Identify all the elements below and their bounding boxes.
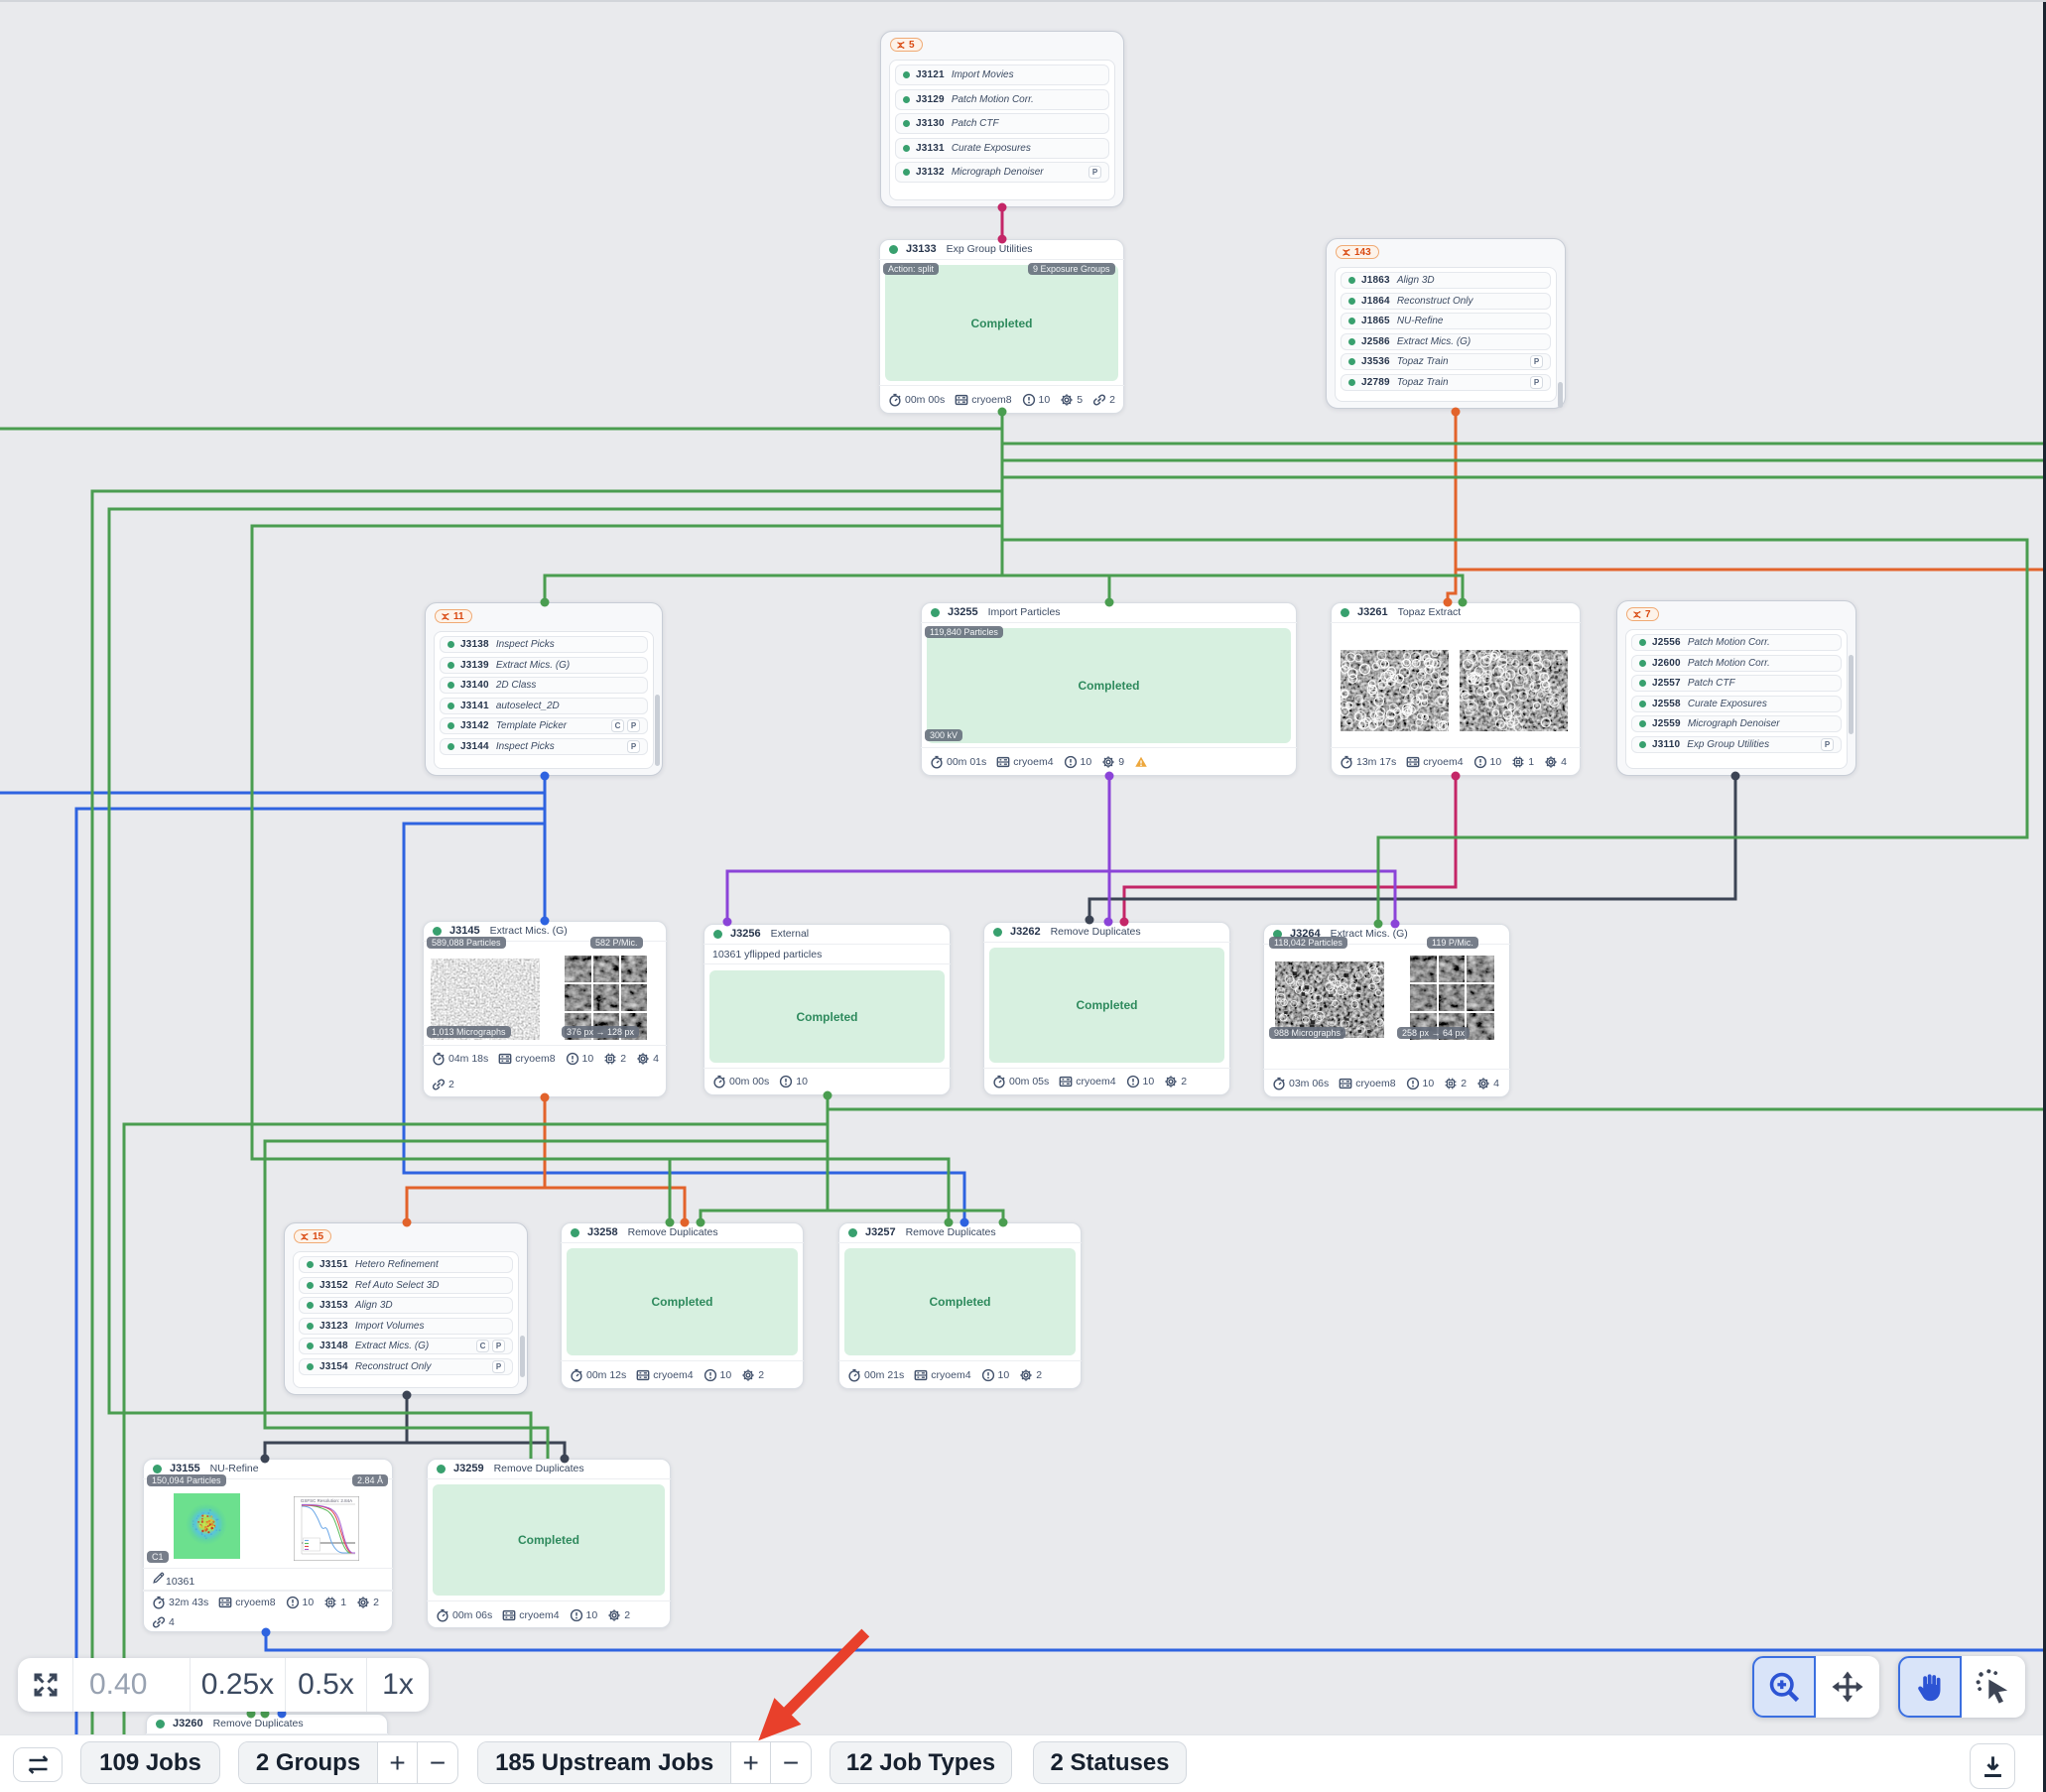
svg-text:GSFSC Resolution: 2.84A: GSFSC Resolution: 2.84A (301, 1498, 352, 1503)
